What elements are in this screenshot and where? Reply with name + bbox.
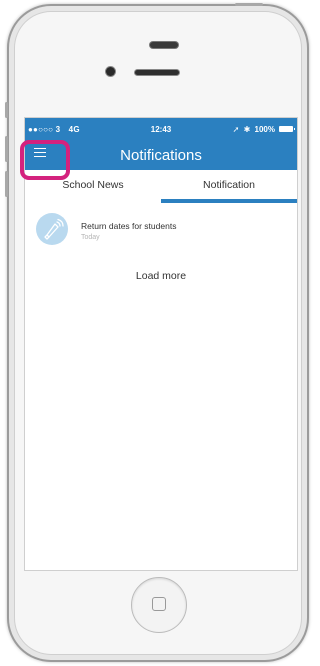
notification-item[interactable]: Return dates for students Today [25, 210, 297, 254]
status-right: ➚ ✱ 100% [233, 125, 275, 134]
earpiece-slot [150, 42, 178, 48]
avatar [36, 213, 68, 245]
home-square-icon [152, 597, 166, 611]
power-button [235, 3, 263, 6]
volume-down-button [5, 171, 8, 197]
home-button[interactable] [131, 577, 187, 633]
mute-switch [5, 102, 8, 118]
menu-highlight-annotation [20, 140, 70, 180]
notification-time: Today [81, 234, 100, 241]
battery-icon [279, 126, 295, 132]
location-icon: ➚ [232, 125, 240, 134]
notification-title: Return dates for students [81, 221, 177, 231]
app-screen: ●●○○○ 3 4G 12:43 ➚ ✱ 100% Notifications … [25, 118, 297, 570]
volume-up-button [5, 136, 8, 162]
tab-notification[interactable]: Notification [161, 170, 297, 203]
bluetooth-icon: ✱ [243, 125, 251, 134]
megaphone-icon [44, 218, 64, 240]
load-more-button[interactable]: Load more [25, 270, 297, 282]
speaker-grille [135, 70, 179, 75]
battery-percent: 100% [254, 125, 275, 134]
front-camera [106, 67, 115, 76]
status-bar: ●●○○○ 3 4G 12:43 ➚ ✱ 100% [25, 118, 297, 138]
